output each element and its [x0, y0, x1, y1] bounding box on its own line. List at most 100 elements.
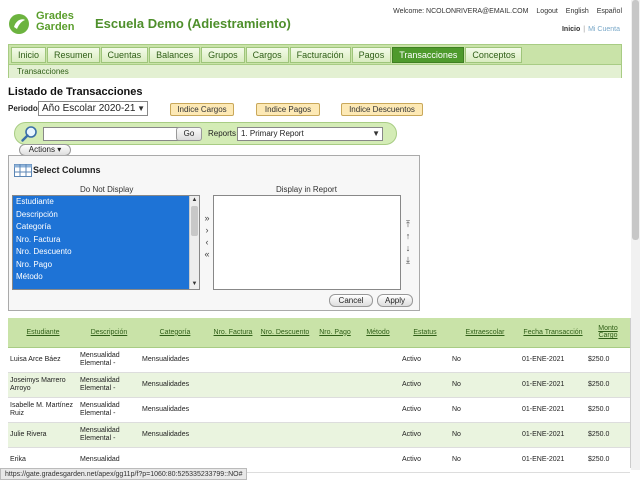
- select-columns-title: Select Columns: [33, 165, 101, 175]
- table-row[interactable]: Joseimys Marrero Arroyo Mensualidad Elem…: [8, 372, 630, 398]
- tab-transacciones[interactable]: Transacciones: [392, 47, 465, 63]
- tab-grupos[interactable]: Grupos: [201, 47, 245, 63]
- cell-monto: $250.0: [586, 397, 630, 423]
- chevron-down-icon: ▼: [372, 129, 380, 138]
- tab-pagos[interactable]: Pagos: [351, 47, 392, 63]
- inicio-link[interactable]: Inicio: [562, 26, 580, 33]
- scroll-up-icon[interactable]: ▲: [190, 196, 199, 205]
- cell-estatus: Activo: [400, 347, 450, 373]
- cell-extraescolar: No: [450, 372, 520, 398]
- column-header[interactable]: Categoría: [140, 318, 210, 348]
- cell-categoria: Mensualidades: [140, 347, 210, 373]
- move-controls: » › ‹ «: [202, 212, 212, 260]
- move-up-icon[interactable]: ↑: [402, 230, 414, 242]
- page-title: Listado de Transacciones: [8, 86, 143, 98]
- cell-estatus: Activo: [400, 422, 450, 448]
- cell-factura: [210, 372, 256, 398]
- page-scrollbar[interactable]: [631, 0, 640, 470]
- column-header[interactable]: Estudiante: [8, 318, 78, 348]
- cell-pago: [314, 372, 356, 398]
- logo-icon: [9, 14, 29, 34]
- do-not-display-list[interactable]: Estudiante Descripción Categoría Nro. Fa…: [12, 195, 200, 290]
- list-option[interactable]: Categoría: [13, 221, 199, 234]
- sub-navigation: Transacciones: [9, 64, 621, 78]
- list-scrollbar[interactable]: ▲ ▼: [189, 196, 199, 289]
- table-row[interactable]: Isabelle M. Martínez Ruiz Mensualidad El…: [8, 397, 630, 423]
- cell-metodo: [356, 397, 400, 423]
- cell-estudiante: Isabelle M. Martínez Ruiz: [8, 397, 78, 423]
- indice-cargos-button[interactable]: Indice Cargos: [170, 103, 234, 116]
- cell-categoria: Mensualidades: [140, 422, 210, 448]
- grades-garden-logo[interactable]: Grades Garden: [8, 11, 80, 35]
- list-option[interactable]: Nro. Pago: [13, 259, 199, 272]
- move-left-icon[interactable]: ‹: [202, 236, 212, 248]
- display-in-report-list[interactable]: [213, 195, 401, 290]
- logout-link[interactable]: Logout: [536, 8, 557, 15]
- main-navigation: Inicio Resumen Cuentas Balances Grupos C…: [8, 44, 622, 78]
- mi-cuenta-link[interactable]: Mi Cuenta: [588, 26, 620, 33]
- move-right-icon[interactable]: ›: [202, 224, 212, 236]
- indice-descuentos-button[interactable]: Indice Descuentos: [341, 103, 423, 116]
- column-header[interactable]: Nro. Pago: [314, 318, 356, 348]
- tab-cargos[interactable]: Cargos: [245, 47, 289, 63]
- periodo-select[interactable]: Año Escolar 2020-21 ▼: [38, 101, 148, 116]
- table-row[interactable]: Luisa Arce Báez Mensualidad Elemental - …: [8, 347, 630, 373]
- cell-descuento: [256, 422, 314, 448]
- list-option[interactable]: Método: [13, 271, 199, 284]
- cell-factura: [210, 397, 256, 423]
- column-header[interactable]: Método: [356, 318, 400, 348]
- move-top-icon[interactable]: ⤒: [402, 218, 414, 230]
- welcome-text: Welcome: NCOLONRIVERA@EMAIL.COM: [393, 8, 529, 15]
- cell-fecha: 01-ENE-2021: [520, 372, 586, 398]
- actions-label: Actions: [28, 145, 55, 154]
- go-button[interactable]: Go: [176, 127, 202, 141]
- scroll-down-icon[interactable]: ▼: [190, 280, 199, 289]
- column-header[interactable]: Monto Cargo: [586, 318, 630, 348]
- cell-fecha: 01-ENE-2021: [520, 347, 586, 373]
- list-option[interactable]: Descripción: [13, 209, 199, 222]
- move-all-right-icon[interactable]: »: [202, 212, 212, 224]
- indice-pagos-button[interactable]: Indice Pagos: [256, 103, 320, 116]
- list-option[interactable]: Nro. Descuento: [13, 246, 199, 259]
- table-row[interactable]: Julie Rivera Mensualidad Elemental - Men…: [8, 422, 630, 448]
- scrollbar-thumb[interactable]: [632, 0, 639, 240]
- select-columns-panel: Select Columns Do Not Display Display in…: [8, 155, 420, 311]
- table-columns-icon: [14, 164, 32, 177]
- scrollbar-thumb[interactable]: [191, 206, 198, 236]
- cell-descuento: [256, 447, 314, 473]
- cell-descuento: [256, 372, 314, 398]
- cancel-button[interactable]: Cancel: [329, 294, 373, 307]
- tab-resumen[interactable]: Resumen: [47, 47, 100, 63]
- move-all-left-icon[interactable]: «: [202, 248, 212, 260]
- tab-conceptos[interactable]: Conceptos: [465, 47, 523, 63]
- espanol-link[interactable]: Español: [597, 8, 622, 15]
- english-link[interactable]: English: [566, 8, 589, 15]
- subnav-transacciones[interactable]: Transacciones: [17, 67, 69, 76]
- chevron-down-icon: ▼: [137, 104, 145, 113]
- move-down-icon[interactable]: ↓: [402, 242, 414, 254]
- column-header[interactable]: Nro. Factura: [210, 318, 256, 348]
- tab-facturacion[interactable]: Facturación: [289, 47, 351, 63]
- move-bottom-icon[interactable]: ⤓: [402, 254, 414, 266]
- cell-descripcion: Mensualidad Elemental -: [78, 422, 140, 448]
- tab-inicio[interactable]: Inicio: [11, 47, 47, 63]
- tab-cuentas[interactable]: Cuentas: [100, 47, 149, 63]
- column-header[interactable]: Extraescolar: [450, 318, 520, 348]
- reports-selected-value: 1. Primary Report: [241, 129, 304, 138]
- chevron-down-icon: ▾: [57, 145, 62, 154]
- cell-fecha: 01-ENE-2021: [520, 397, 586, 423]
- column-header[interactable]: Estatus: [400, 318, 450, 348]
- search-icon[interactable]: [20, 125, 38, 143]
- cell-descuento: [256, 347, 314, 373]
- display-in-report-header: Display in Report: [276, 185, 337, 194]
- list-option[interactable]: Estudiante: [13, 196, 199, 209]
- reports-select[interactable]: 1. Primary Report ▼: [237, 127, 383, 141]
- apply-button[interactable]: Apply: [377, 294, 413, 307]
- column-header[interactable]: Descripción: [78, 318, 140, 348]
- cell-estudiante: Luisa Arce Báez: [8, 347, 78, 373]
- column-header[interactable]: Fecha Transacción: [520, 318, 586, 348]
- column-header[interactable]: Nro. Descuento: [256, 318, 314, 348]
- list-option[interactable]: Nro. Factura: [13, 234, 199, 247]
- search-input[interactable]: [43, 127, 188, 141]
- tab-balances[interactable]: Balances: [149, 47, 201, 63]
